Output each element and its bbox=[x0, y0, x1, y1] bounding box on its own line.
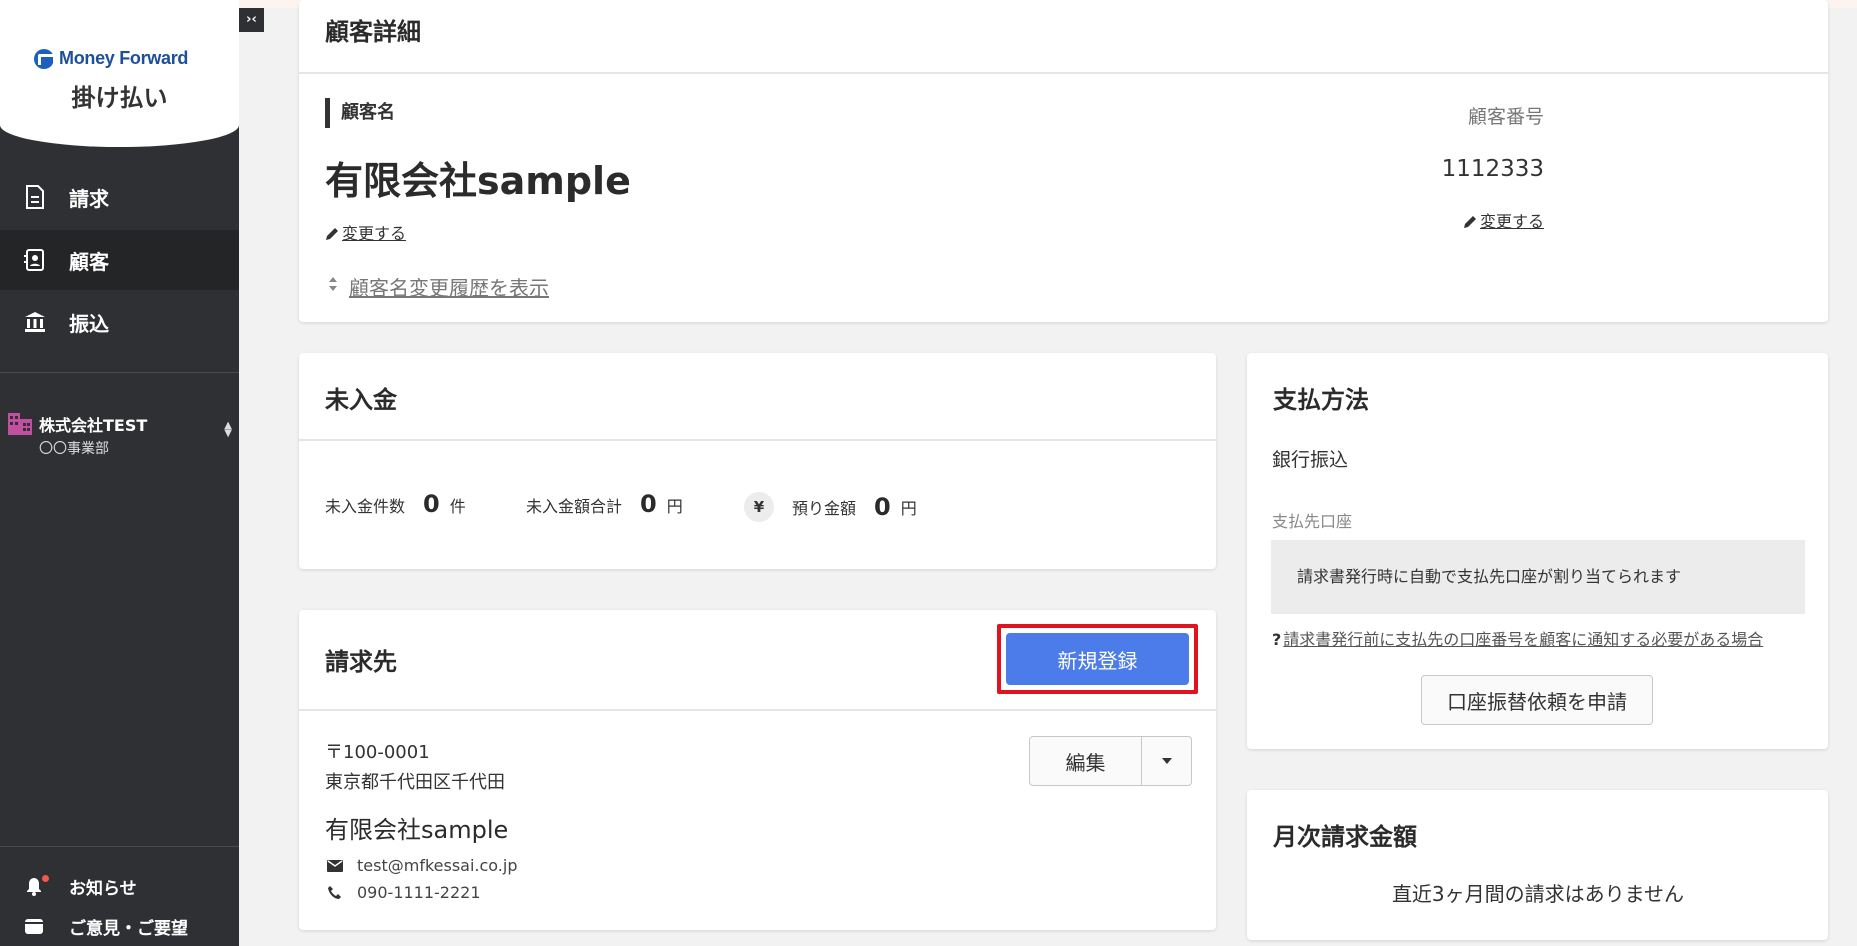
customer-number-label: 顧客番号 bbox=[1467, 106, 1544, 128]
sort-arrows-icon: ▲ ▼ bbox=[224, 420, 232, 439]
unpaid-card: 未入金 bbox=[299, 353, 1216, 569]
deposit-label: 預り金額 bbox=[792, 499, 857, 518]
card-title: 顧客詳細 bbox=[325, 18, 421, 46]
billing-phone-row: 090-1111-2221 bbox=[327, 883, 481, 902]
customer-number: 1112333 bbox=[1441, 156, 1544, 182]
payment-help-link[interactable]: 請求書発行前に支払先の口座番号を顧客に通知する必要がある場合 bbox=[1283, 630, 1763, 649]
new-billing-button[interactable]: 新規登録 bbox=[1006, 633, 1189, 685]
billing-postal: 〒100-0001 bbox=[325, 742, 430, 763]
brand-header: Money Forward 掛け払い bbox=[0, 0, 239, 147]
unpaid-total-unit: 円 bbox=[666, 497, 683, 516]
unpaid-count-value: 0 bbox=[423, 490, 440, 518]
unpaid-count: 未入金件数 0 件 bbox=[325, 490, 466, 518]
unpaid-total: 未入金額合計 0 円 bbox=[526, 490, 683, 518]
card-divider bbox=[299, 72, 1828, 74]
company-department: 〇〇事業部 bbox=[39, 441, 109, 457]
sidebar-item-label: お知らせ bbox=[69, 878, 137, 899]
envelope-icon bbox=[327, 859, 343, 872]
change-name-link[interactable]: 変更する bbox=[325, 220, 406, 244]
sidebar-divider bbox=[0, 846, 239, 847]
billing-phone: 090-1111-2221 bbox=[357, 883, 481, 902]
sidebar-item-customers[interactable]: 顧客 bbox=[0, 230, 239, 290]
edit-dropdown-toggle[interactable] bbox=[1142, 737, 1191, 785]
customer-name-label: 顧客名 bbox=[325, 98, 395, 128]
bank-icon bbox=[25, 312, 45, 332]
sidebar: Money Forward 掛け払い 請求 顧客 振込 株式会社TEST 〇〇事… bbox=[0, 0, 239, 946]
sidebar-item-label: 顧客 bbox=[69, 249, 109, 274]
card-title: 請求先 bbox=[325, 648, 397, 676]
edit-split-button: 編集 bbox=[1029, 736, 1192, 786]
brand-name: Money Forward bbox=[59, 48, 189, 68]
payment-help: ? 請求書発行前に支払先の口座番号を顧客に通知する必要がある場合 bbox=[1272, 626, 1763, 650]
change-number-link-label: 変更する bbox=[1479, 212, 1544, 231]
pencil-icon bbox=[1463, 216, 1476, 228]
payment-account-note: 請求書発行時に自動で支払先口座が割り当てられます bbox=[1271, 540, 1805, 614]
pencil-icon bbox=[326, 228, 338, 240]
building-icon bbox=[8, 413, 32, 435]
document-icon bbox=[26, 185, 44, 209]
sort-arrows-icon bbox=[329, 277, 337, 291]
new-billing-highlight: 新規登録 bbox=[997, 624, 1198, 694]
sidebar-item-label: 振込 bbox=[69, 311, 109, 336]
monthly-empty-message: 直近3ヶ月間の請求はありません bbox=[1391, 882, 1685, 906]
brand-subtitle: 掛け払い bbox=[71, 84, 168, 112]
sidebar-item-label: 請求 bbox=[69, 186, 109, 211]
sidebar-feedback[interactable]: ご意見・ご要望 bbox=[0, 908, 239, 944]
sidebar-item-invoices[interactable]: 請求 bbox=[0, 167, 239, 227]
billing-address: 東京都千代田区千代田 bbox=[325, 772, 505, 793]
edit-button[interactable]: 編集 bbox=[1030, 737, 1142, 785]
unpaid-total-value: 0 bbox=[640, 490, 657, 518]
collapse-sidebar-button[interactable]: ›‹ bbox=[239, 8, 264, 32]
phone-icon bbox=[328, 885, 341, 899]
moneyforward-logo-icon bbox=[34, 48, 56, 69]
card-title: 月次請求金額 bbox=[1273, 823, 1417, 851]
billing-email: test@mfkessai.co.jp bbox=[357, 856, 518, 875]
deposit-value: 0 bbox=[874, 493, 891, 521]
company-name: 株式会社TEST bbox=[39, 416, 148, 435]
card-title: 支払方法 bbox=[1273, 386, 1369, 414]
brand-logo[interactable]: Money Forward bbox=[34, 48, 188, 69]
feedback-icon bbox=[25, 919, 43, 934]
company-switcher[interactable]: 株式会社TEST 〇〇事業部 ▲ ▼ bbox=[8, 408, 232, 458]
sidebar-item-label: ご意見・ご要望 bbox=[69, 918, 188, 939]
unpaid-count-label: 未入金件数 bbox=[325, 497, 406, 516]
deposit-unit: 円 bbox=[900, 499, 917, 518]
change-name-link-label: 変更する bbox=[342, 224, 407, 243]
monthly-billing-card: 月次請求金額 bbox=[1247, 790, 1828, 940]
sidebar-item-transfers[interactable]: 振込 bbox=[0, 292, 239, 352]
question-icon: ? bbox=[1272, 630, 1282, 649]
billing-email-row: test@mfkessai.co.jp bbox=[327, 856, 517, 875]
bell-icon bbox=[27, 878, 41, 896]
unpaid-count-unit: 件 bbox=[449, 497, 466, 516]
sidebar-divider bbox=[0, 372, 239, 373]
deposit-amount: ¥ 預り金額 0 円 bbox=[744, 492, 917, 522]
change-number-link[interactable]: 変更する bbox=[1463, 208, 1544, 232]
sidebar-notifications[interactable]: お知らせ bbox=[0, 868, 239, 904]
caret-down-icon bbox=[1161, 758, 1172, 764]
customer-icon bbox=[24, 249, 44, 271]
billing-name: 有限会社sample bbox=[325, 816, 509, 844]
payment-method-value: 銀行振込 bbox=[1272, 449, 1349, 471]
card-title: 未入金 bbox=[325, 386, 397, 414]
unpaid-total-label: 未入金額合計 bbox=[526, 497, 623, 516]
customer-name: 有限会社sample bbox=[325, 159, 631, 203]
name-history-link[interactable]: 顧客名変更履歴を表示 bbox=[349, 272, 549, 301]
yen-icon: ¥ bbox=[744, 492, 774, 522]
payment-account-label: 支払先口座 bbox=[1272, 512, 1353, 531]
card-divider bbox=[299, 709, 1216, 711]
account-transfer-request-button[interactable]: 口座振替依頼を申請 bbox=[1421, 675, 1653, 725]
card-divider bbox=[299, 439, 1216, 441]
notification-dot bbox=[42, 875, 49, 882]
